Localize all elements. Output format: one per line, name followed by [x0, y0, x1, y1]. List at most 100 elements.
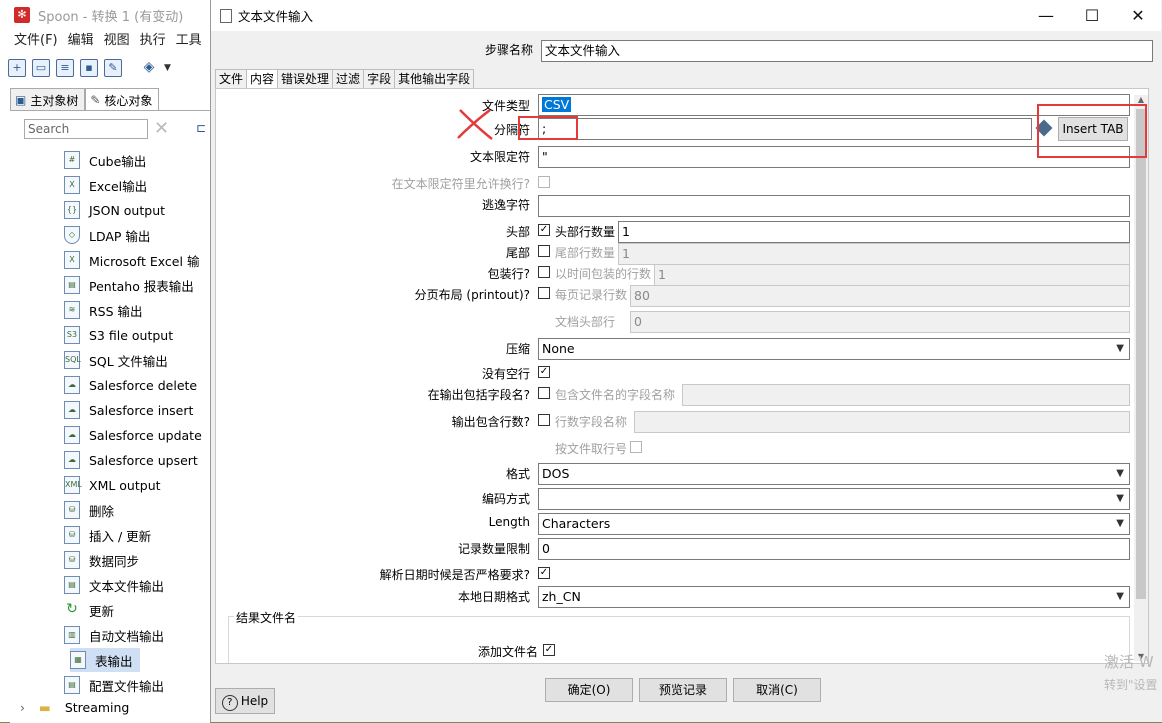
- help-button[interactable]: ? Help: [215, 688, 275, 714]
- length-label: Length: [488, 515, 530, 529]
- menu-edit[interactable]: 编辑: [64, 31, 100, 51]
- list-item: 删除: [89, 503, 115, 519]
- scrollbar-thumb[interactable]: [1136, 109, 1146, 599]
- ok-button[interactable]: 确定(O): [545, 678, 633, 702]
- tree-item-pentaho-report[interactable]: ▤ Pentaho 报表输出: [64, 273, 210, 297]
- page-lines-label: 每页记录行数: [555, 288, 628, 302]
- tree-item-delete[interactable]: ⛁ 删除: [64, 498, 210, 522]
- length-select[interactable]: Characters ▼: [538, 513, 1130, 535]
- chevron-down-icon[interactable]: ▼: [164, 63, 171, 73]
- locale-select[interactable]: zh_CN ▼: [538, 586, 1130, 608]
- expand-icon[interactable]: ⊏: [196, 121, 206, 135]
- salesforce-icon: ☁: [64, 401, 80, 419]
- excel-icon: X: [64, 176, 80, 194]
- wrap-lines-input[interactable]: 1: [654, 264, 1130, 286]
- tree-item-excel-output[interactable]: X Excel输出: [64, 173, 210, 197]
- tab-content[interactable]: 内容: [246, 69, 279, 90]
- tree-item-salesforce-update[interactable]: ☁ Salesforce update: [64, 423, 210, 447]
- tree-item-json-output[interactable]: {} JSON output: [64, 198, 210, 222]
- compression-select[interactable]: None ▼: [538, 338, 1130, 360]
- tab-filters[interactable]: 过滤: [332, 69, 365, 89]
- wrap-checkbox[interactable]: [538, 266, 550, 278]
- open-folder-icon[interactable]: ▭: [32, 59, 50, 77]
- encoding-select[interactable]: ▼: [538, 488, 1130, 510]
- explore-icon[interactable]: ≡: [56, 59, 74, 77]
- tree-item-ms-excel-output[interactable]: X Microsoft Excel 输: [64, 248, 210, 272]
- tree-item-auto-doc[interactable]: ▥ 自动文档输出: [64, 623, 210, 647]
- no-empty-lines-checkbox[interactable]: ✓: [538, 366, 550, 378]
- refresh-icon: ↻: [66, 601, 78, 617]
- tree-item-sql-file-output[interactable]: SQL SQL 文件输出: [64, 348, 210, 372]
- tab-fields[interactable]: 字段: [363, 69, 396, 89]
- tree-item-insert-update[interactable]: ⛁ 插入 / 更新: [64, 523, 210, 547]
- format-select[interactable]: DOS ▼: [538, 463, 1130, 485]
- result-filename-group-title: 结果文件名: [234, 609, 299, 626]
- include-rownum-checkbox[interactable]: [538, 414, 550, 426]
- tab-core-objects[interactable]: ✎ 核心对象: [85, 88, 160, 111]
- limit-input[interactable]: 0: [538, 538, 1130, 560]
- footer-checkbox[interactable]: [538, 245, 550, 257]
- tree-item-salesforce-upsert[interactable]: ☁ Salesforce upsert: [64, 448, 210, 472]
- save-as-icon[interactable]: ✎: [104, 59, 122, 77]
- separator-input[interactable]: ;: [538, 118, 1032, 140]
- scroll-up-icon[interactable]: ▲: [1136, 95, 1146, 104]
- paged-layout-checkbox[interactable]: [538, 287, 550, 299]
- new-file-icon[interactable]: +: [8, 59, 26, 77]
- cancel-button[interactable]: 取消(C): [733, 678, 821, 702]
- tree-item-table-output[interactable]: ▦ 表输出: [70, 648, 140, 672]
- spoon-toolbar: + ▭ ≡ ▪ ✎ ◈ ▼: [8, 56, 171, 80]
- menu-tools[interactable]: 工具: [172, 31, 208, 51]
- menu-run[interactable]: 执行: [136, 31, 172, 51]
- include-filename-checkbox[interactable]: [538, 387, 550, 399]
- layers-icon[interactable]: ◈: [140, 59, 158, 77]
- tab-main-tree-label: 主对象树: [30, 93, 79, 108]
- tab-file[interactable]: 文件: [215, 69, 248, 89]
- separator-highlight-box: [518, 116, 578, 140]
- header-lines-input[interactable]: 1: [618, 221, 1130, 243]
- lenient-date-checkbox[interactable]: ✓: [538, 567, 550, 579]
- tree-item-text-file-output[interactable]: ▤ 文本文件输出: [64, 573, 210, 597]
- file-type-value: CSV: [542, 97, 572, 112]
- filename-field-input[interactable]: [682, 384, 1130, 406]
- save-icon[interactable]: ▪: [80, 59, 98, 77]
- header-checkbox[interactable]: ✓: [538, 224, 550, 236]
- tree-item-ldap-output[interactable]: ◇ LDAP 输出: [64, 223, 210, 247]
- page-lines-input[interactable]: 80: [630, 285, 1130, 307]
- escape-input[interactable]: [538, 195, 1130, 217]
- list-item: 插入 / 更新: [89, 528, 152, 544]
- clear-search-icon[interactable]: ✕: [154, 119, 169, 139]
- vertical-scrollbar[interactable]: ▲ ▼: [1134, 95, 1148, 661]
- tree-item-salesforce-insert[interactable]: ☁ Salesforce insert: [64, 398, 210, 422]
- tab-main-tree[interactable]: ▣ 主对象树: [10, 88, 86, 111]
- tree-item-config-output[interactable]: ▤ 配置文件输出: [64, 673, 210, 697]
- preview-button[interactable]: 预览记录: [639, 678, 727, 702]
- encoding-label: 编码方式: [481, 492, 530, 506]
- tree-group-streaming[interactable]: › ▬ Streaming: [20, 700, 129, 715]
- list-item: LDAP 输出: [89, 228, 151, 244]
- rownum-field-input[interactable]: [634, 411, 1130, 433]
- tree-item-update[interactable]: ↻ 更新: [64, 598, 210, 622]
- tab-error-handling[interactable]: 错误处理: [277, 69, 334, 89]
- step-name-input[interactable]: 文本文件输入: [541, 40, 1153, 62]
- minimize-button[interactable]: —: [1023, 0, 1069, 31]
- footer-lines-input[interactable]: 1: [618, 243, 1130, 265]
- tree-item-rss-output[interactable]: ≋ RSS 输出: [64, 298, 210, 322]
- maximize-button[interactable]: ☐: [1069, 0, 1115, 31]
- tree-item-xml-output[interactable]: XML XML output: [64, 473, 210, 497]
- doc-header-input[interactable]: 0: [630, 311, 1130, 333]
- add-filename-checkbox[interactable]: ✓: [543, 644, 555, 656]
- chevron-down-icon: ▼: [1116, 591, 1124, 602]
- close-button[interactable]: ✕: [1115, 0, 1161, 31]
- tree-item-s3-output[interactable]: S3 S3 file output: [64, 323, 210, 347]
- footer-label: 尾部: [505, 246, 530, 260]
- tree-item-salesforce-delete[interactable]: ☁ Salesforce delete: [64, 373, 210, 397]
- tab-additional-fields[interactable]: 其他输出字段: [394, 69, 475, 89]
- dialog-title: 文本文件输入: [238, 9, 314, 24]
- rownum-by-file-checkbox[interactable]: [630, 441, 642, 453]
- tree-item-sync[interactable]: ⛁ 数据同步: [64, 548, 210, 572]
- menu-view[interactable]: 视图: [100, 31, 136, 51]
- search-input[interactable]: Search: [24, 119, 148, 139]
- allow-breaks-checkbox[interactable]: [538, 176, 550, 188]
- tree-item-cube-output[interactable]: # Cube输出: [64, 148, 210, 172]
- menu-file[interactable]: 文件(F): [0, 31, 64, 51]
